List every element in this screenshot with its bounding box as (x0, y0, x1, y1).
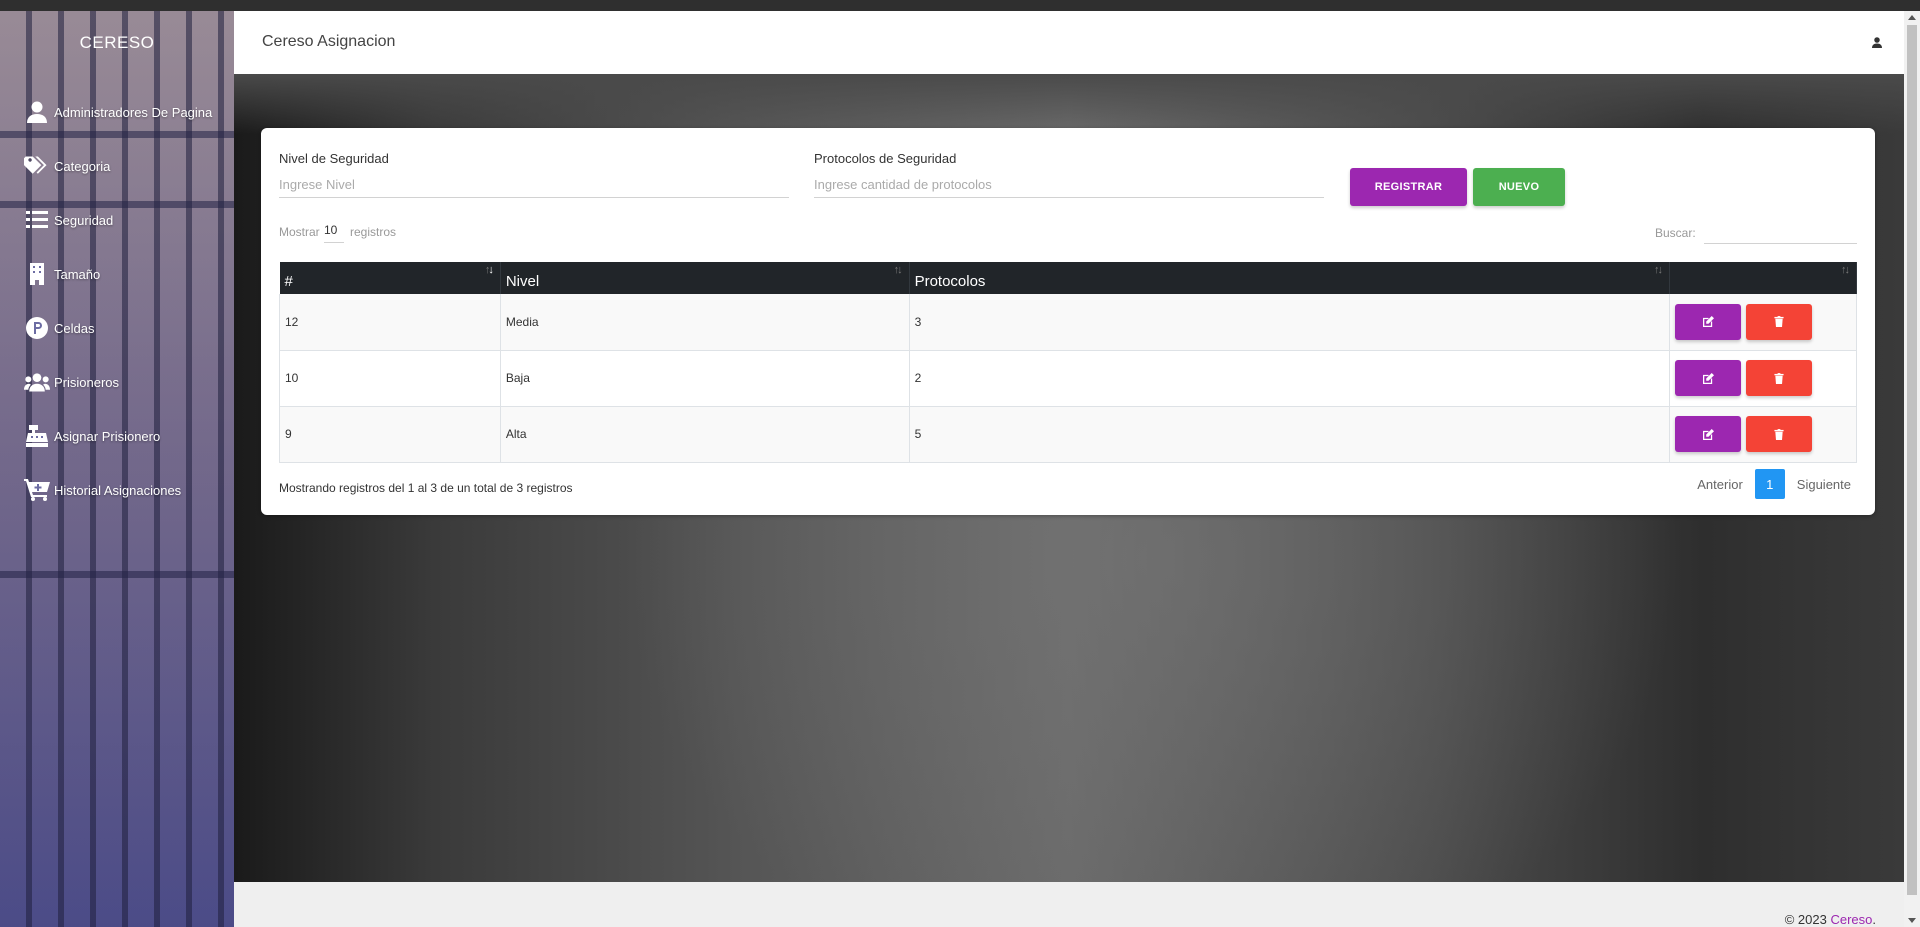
pagination-page-current[interactable]: 1 (1754, 469, 1785, 499)
sidebar-item-asignar-prisionero[interactable]: Asignar Prisionero (24, 421, 160, 451)
sort-icon: ↑↓ (1841, 264, 1850, 276)
search-label: Buscar: (1655, 226, 1696, 240)
cell-actions (1669, 294, 1857, 351)
table-row: 10 Baja 2 (279, 350, 1857, 407)
column-header-nivel[interactable]: Nivel ↑↓ (500, 262, 910, 294)
table-row: 9 Alta 5 (279, 406, 1857, 463)
column-header-protocolos[interactable]: Protocolos ↑↓ (909, 262, 1671, 294)
search-input[interactable] (1704, 220, 1857, 244)
sort-icon: ↑↓ (893, 264, 903, 276)
footer: © 2023 Cereso. (234, 882, 1904, 927)
copyright: © 2023 Cereso. (1784, 912, 1876, 927)
cell-nivel: Alta (500, 406, 910, 463)
pagination-next[interactable]: Siguiente (1791, 477, 1857, 492)
sort-icon: ↑↓ (1654, 264, 1663, 276)
delete-button[interactable] (1746, 303, 1813, 340)
length-suffix: registros (350, 225, 397, 239)
length-select[interactable]: 10 (324, 223, 344, 243)
sidebar-item-label: Administradores De Pagina (54, 104, 213, 120)
sidebar-item-categoria[interactable]: Categoria (24, 151, 110, 181)
trash-icon (1774, 316, 1784, 328)
protocolos-input[interactable] (814, 172, 1324, 198)
list-icon (24, 208, 50, 232)
sidebar-item-label: Prisioneros (54, 374, 120, 390)
cell-nivel: Media (500, 294, 910, 351)
building-icon (24, 262, 50, 286)
sidebar-item-historial-asignaciones[interactable]: Historial Asignaciones (24, 475, 181, 505)
pagination-previous[interactable]: Anterior (1691, 477, 1749, 492)
sidebar-item-celdas[interactable]: Celdas (24, 313, 94, 343)
cell-id: 12 (279, 294, 501, 351)
sidebar-item-label: Celdas (54, 320, 95, 336)
sidebar: CERESO Administradores De Pagina Categor… (0, 11, 234, 927)
scrollbar-thumb[interactable] (1907, 25, 1917, 895)
table-header-row: # ↑↓ Nivel ↑↓ Protocolos ↑↓ ↑↓ (279, 262, 1857, 294)
cell-id: 9 (279, 406, 501, 463)
sidebar-item-label: Tamaño (54, 266, 101, 282)
column-header-id[interactable]: # ↑↓ (279, 262, 501, 294)
registrar-button[interactable]: REGISTRAR (1350, 168, 1467, 206)
edit-icon (1702, 428, 1714, 440)
page-scrollbar[interactable] (1904, 11, 1920, 927)
column-header-acciones[interactable]: ↑↓ (1669, 262, 1857, 294)
parking-icon (24, 316, 50, 340)
sidebar-item-administradores[interactable]: Administradores De Pagina (24, 97, 212, 127)
cell-nivel: Baja (500, 350, 910, 407)
table-info: Mostrando registros del 1 al 3 de un tot… (279, 481, 573, 495)
sidebar-item-label: Seguridad (54, 212, 114, 228)
top-header: Cereso Asignacion (234, 11, 1904, 74)
edit-icon (1702, 372, 1714, 384)
edit-button[interactable] (1675, 416, 1742, 452)
length-prefix: Mostrar (279, 225, 320, 239)
user-menu-button[interactable] (1872, 35, 1882, 53)
scroll-up-arrow-icon[interactable] (1908, 15, 1916, 20)
sidebar-item-label: Categoria (54, 158, 111, 174)
cell-actions (1669, 406, 1857, 463)
table-row: 12 Media 3 (279, 294, 1857, 351)
asignacion-card: Nivel de Seguridad Protocolos de Segurid… (261, 128, 1875, 515)
cart-plus-icon (24, 478, 50, 502)
protocolos-label: Protocolos de Seguridad (814, 151, 957, 166)
browser-top-strip (0, 0, 1920, 11)
page-title: Cereso Asignacion (262, 33, 396, 50)
sidebar-item-tamano[interactable]: Tamaño (24, 259, 100, 289)
cell-protocolos: 2 (909, 350, 1671, 407)
cell-protocolos: 3 (909, 294, 1671, 351)
sort-icon: ↑↓ (484, 264, 494, 276)
sidebar-item-label: Asignar Prisionero (54, 428, 161, 444)
user-icon (1872, 35, 1882, 52)
sidebar-item-seguridad[interactable]: Seguridad (24, 205, 113, 235)
footer-brand-link[interactable]: Cereso (1830, 912, 1872, 927)
sidebar-item-prisioneros[interactable]: Prisioneros (24, 367, 119, 397)
users-icon (24, 370, 50, 394)
data-table: # ↑↓ Nivel ↑↓ Protocolos ↑↓ ↑↓ 12 Media 3 1… (279, 262, 1857, 463)
edit-button[interactable] (1675, 303, 1742, 340)
nivel-label: Nivel de Seguridad (279, 151, 389, 166)
sidebar-brand: CERESO (79, 33, 155, 52)
sidebar-item-label: Historial Asignaciones (54, 482, 182, 498)
trash-icon (1774, 428, 1784, 440)
cash-register-icon (24, 424, 50, 448)
cell-id: 10 (279, 350, 501, 407)
edit-icon (1702, 316, 1714, 328)
delete-button[interactable] (1746, 360, 1813, 396)
edit-button[interactable] (1675, 360, 1742, 396)
scroll-down-arrow-icon[interactable] (1908, 918, 1916, 923)
trash-icon (1774, 372, 1784, 384)
nivel-input[interactable] (279, 172, 789, 198)
cell-actions (1669, 350, 1857, 407)
user-icon (24, 100, 50, 124)
tags-icon (24, 154, 50, 178)
nuevo-button[interactable]: NUEVO (1473, 168, 1565, 206)
pagination: Anterior 1 Siguiente (1691, 469, 1857, 499)
cell-protocolos: 5 (909, 406, 1671, 463)
delete-button[interactable] (1746, 416, 1813, 452)
